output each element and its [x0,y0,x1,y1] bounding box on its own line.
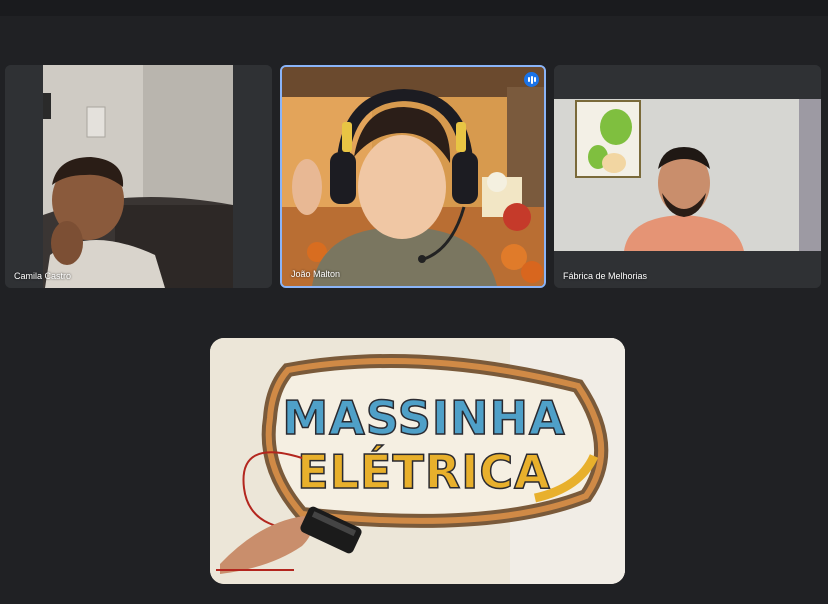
participant-name: Fábrica de Melhorias [563,271,648,281]
participant-name: Camila Castro [14,271,72,281]
participant-name: João Malton [291,269,341,279]
meeting-top-bar [0,0,828,16]
logo-line-2: ELÉTRICA [297,445,550,499]
massinha-eletrica-logo: MASSINHA ELÉTRICA [210,338,625,584]
participant-tile-2[interactable]: João Malton [280,65,546,288]
logo-line-1: MASSINHA [282,391,565,445]
speaking-indicator-icon [524,72,539,87]
participant-video-2 [282,67,544,286]
participant-video-3 [554,65,821,288]
participant-tile-3[interactable]: Fábrica de Melhorias [554,65,821,288]
presentation-screen[interactable]: MASSINHA ELÉTRICA [210,338,625,584]
participant-video-1 [5,65,272,288]
participant-tile-1[interactable]: Camila Castro [5,65,272,288]
